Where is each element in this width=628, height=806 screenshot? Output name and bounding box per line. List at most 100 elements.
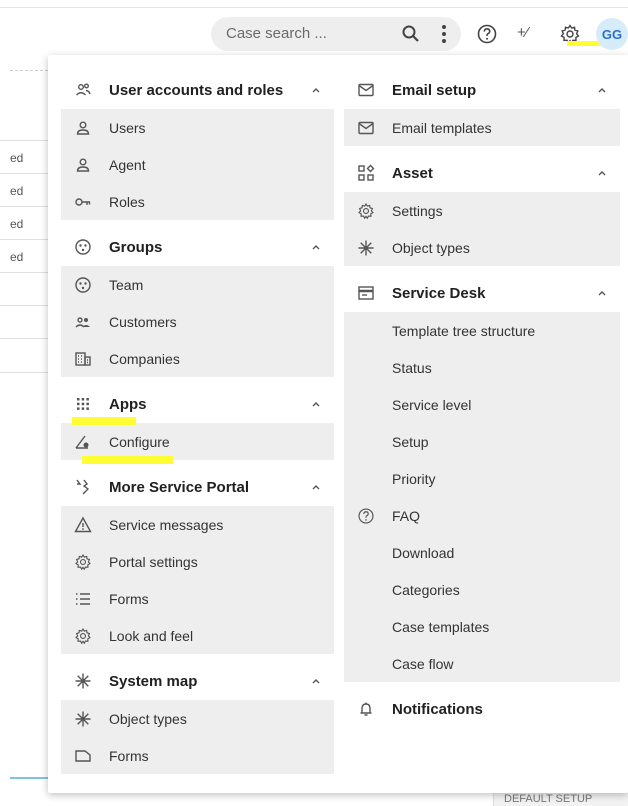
menu-item-customers[interactable]: Customers (61, 303, 334, 340)
form-icon (74, 747, 92, 765)
menu-item-object-types[interactable]: Object types (344, 229, 620, 266)
more-vert-icon[interactable] (433, 23, 455, 45)
menu-item-case-flow[interactable]: Case flow (344, 645, 620, 682)
avatar[interactable]: GG (596, 18, 628, 50)
menu-item-label: Team (109, 276, 144, 293)
section-items: Settings Object types (344, 192, 620, 266)
section-items: Template tree structure Status Service lev… (344, 312, 620, 682)
menu-item-roles[interactable]: Roles (61, 183, 334, 220)
menu-item-label: Forms (109, 590, 149, 607)
section-items: Team Customers Companies (61, 266, 334, 377)
top-bar: Case search ... +⁄ GG (0, 0, 628, 55)
chevron-up-icon[interactable] (310, 241, 322, 253)
menu-item-label: Object types (109, 710, 187, 727)
section-title: Groups (109, 238, 163, 256)
menu-item-configure[interactable]: Configure (61, 423, 334, 460)
help-icon[interactable] (476, 23, 498, 45)
menu-item-label: Categories (392, 581, 460, 598)
chevron-up-icon[interactable] (310, 675, 322, 687)
section-items: Users Agent Roles (61, 109, 334, 220)
section-items: Object types Forms (61, 700, 334, 774)
menu-item-label: Service messages (109, 516, 224, 533)
menu-item-forms[interactable]: Forms (61, 580, 334, 617)
menu-item-service-messages[interactable]: Service messages (61, 506, 334, 543)
menu-item-look-and-feel[interactable]: Look and feel (61, 617, 334, 654)
chevron-up-icon[interactable] (310, 398, 322, 410)
search-placeholder: Case search ... (226, 25, 327, 42)
menu-item-agent[interactable]: Agent (61, 146, 334, 183)
menu-item-label: Status (392, 359, 432, 376)
chevron-up-icon[interactable] (596, 84, 608, 96)
menu-item-label: Case templates (392, 618, 490, 635)
menu-item-label: Agent (109, 156, 146, 173)
plus-fx-icon[interactable]: +⁄ (517, 24, 539, 46)
section-header-groups[interactable]: Groups (61, 228, 334, 266)
menu-item-settings[interactable]: Settings (344, 192, 620, 229)
menu-section-email-setup: Email setup Email templates (344, 71, 620, 154)
chevron-up-icon[interactable] (596, 287, 608, 299)
section-header-service-desk[interactable]: Service Desk (344, 274, 620, 312)
person-icon (74, 156, 92, 174)
background-row (0, 338, 48, 372)
section-header-asset[interactable]: Asset (344, 154, 620, 192)
section-header-notifications[interactable]: Notifications (344, 690, 620, 728)
group-icon (74, 238, 92, 256)
menu-item-label: Priority (392, 470, 436, 487)
menu-item-template-tree-structure[interactable]: Template tree structure (344, 312, 620, 349)
asterisk-icon (357, 239, 375, 257)
background-row: ed (0, 206, 48, 239)
menu-item-users[interactable]: Users (61, 109, 334, 146)
section-header-more-service-portal[interactable]: More Service Portal (61, 468, 334, 506)
chevron-up-icon[interactable] (596, 167, 608, 179)
menu-item-categories[interactable]: Categories (344, 571, 620, 608)
menu-item-label: Customers (109, 313, 177, 330)
menu-item-team[interactable]: Team (61, 266, 334, 303)
background-row: ed (0, 140, 48, 173)
section-title: Apps (109, 395, 147, 413)
menu-item-label: Settings (392, 202, 443, 219)
menu-item-label: Email templates (392, 119, 492, 136)
chevron-up-icon[interactable] (310, 481, 322, 493)
menu-item-setup[interactable]: Setup (344, 423, 620, 460)
chevron-up-icon[interactable] (310, 84, 322, 96)
menu-item-case-templates[interactable]: Case templates (344, 608, 620, 645)
menu-item-service-level[interactable]: Service level (344, 386, 620, 423)
section-title: Email setup (392, 81, 477, 99)
gear-icon (74, 553, 92, 571)
section-title: System map (109, 672, 198, 690)
menu-section-notifications: Notifications (344, 690, 620, 736)
menu-item-download[interactable]: Download (344, 534, 620, 571)
menu-section-asset: Asset Settings Object types (344, 154, 620, 274)
asset-icon (357, 164, 375, 182)
menu-item-portal-settings[interactable]: Portal settings (61, 543, 334, 580)
menu-item-label: Companies (109, 350, 180, 367)
person-icon (74, 119, 92, 137)
background-row: ed (0, 173, 48, 206)
background-accent-line (10, 777, 50, 779)
menu-item-priority[interactable]: Priority (344, 460, 620, 497)
section-header-user-accounts-and-roles[interactable]: User accounts and roles (61, 71, 334, 109)
section-title: User accounts and roles (109, 81, 284, 99)
menu-item-label: Service level (392, 396, 472, 413)
menu-item-label: Template tree structure (392, 322, 536, 339)
section-header-system-map[interactable]: System map (61, 662, 334, 700)
default-setup-button[interactable]: DEFAULT SETUP (493, 793, 628, 806)
menu-item-email-templates[interactable]: Email templates (344, 109, 620, 146)
menu-item-object-types[interactable]: Object types (61, 700, 334, 737)
menu-item-label: Look and feel (109, 627, 194, 644)
menu-section-user-accounts-and-roles: User accounts and roles Users Agent Roles (61, 71, 334, 228)
menu-item-status[interactable]: Status (344, 349, 620, 386)
menu-item-companies[interactable]: Companies (61, 340, 334, 377)
section-items: Service messages Portal settings Forms Look… (61, 506, 334, 654)
search-icon[interactable] (401, 24, 421, 44)
section-header-email-setup[interactable]: Email setup (344, 71, 620, 109)
menu-item-forms[interactable]: Forms (61, 737, 334, 774)
background-row (0, 305, 48, 338)
asterisk-icon (74, 672, 92, 690)
case-search-field[interactable]: Case search ... (211, 17, 461, 51)
mail-icon (357, 119, 375, 137)
menu-item-faq[interactable]: FAQ (344, 497, 620, 534)
warning-icon (74, 516, 92, 534)
menu-item-label: Forms (109, 747, 149, 764)
menu-section-system-map: System map Object types Forms (61, 662, 334, 782)
